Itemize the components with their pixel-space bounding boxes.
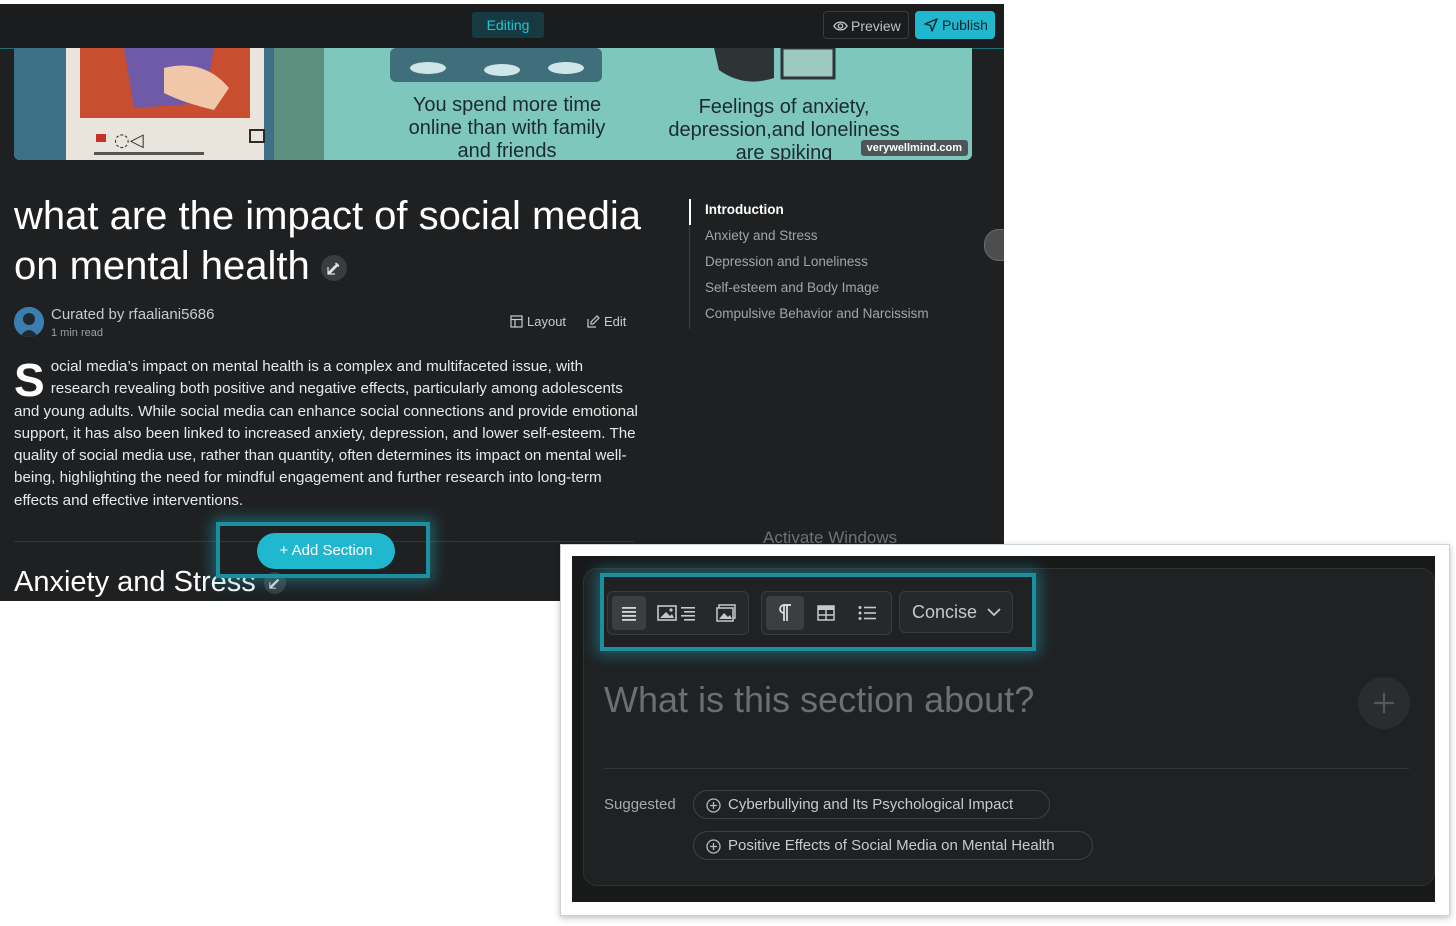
image-layout-button[interactable] <box>708 596 744 630</box>
editing-tab[interactable]: Editing <box>472 12 544 38</box>
edit-button[interactable]: Edit <box>587 314 626 329</box>
publish-label: Publish <box>942 17 988 33</box>
toc-item-depression-and-loneliness[interactable]: Depression and Loneliness <box>689 251 989 277</box>
layout-toolbar-group <box>607 591 749 635</box>
edit-label: Edit <box>604 314 627 329</box>
toc-item-introduction[interactable]: Introduction <box>689 199 989 225</box>
avatar-icon <box>14 307 44 337</box>
send-icon <box>924 18 938 32</box>
pencil-icon <box>269 579 280 590</box>
layout-label: Layout <box>527 314 567 329</box>
plus-circle-icon <box>706 798 721 813</box>
eye-icon <box>833 21 848 31</box>
pilcrow-icon <box>779 604 791 621</box>
article-title: what are the impact of social media on m… <box>14 191 654 291</box>
text-only-layout-button[interactable] <box>612 596 646 630</box>
suggestion-chip-label: Cyberbullying and Its Psychological Impa… <box>728 796 1014 813</box>
toc-item-compulsive-behavior[interactable]: Compulsive Behavior and Narcissism <box>689 303 989 329</box>
list-format-button[interactable] <box>848 596 886 630</box>
layout-button[interactable]: Layout <box>510 314 566 329</box>
image-text-layout-button[interactable] <box>652 596 702 630</box>
suggestion-chip-positive-effects[interactable]: Positive Effects of Social Media on Ment… <box>693 831 1093 860</box>
preview-label: Preview <box>851 18 901 34</box>
pencil-icon <box>327 262 340 276</box>
image-icon <box>716 604 736 622</box>
read-time: 1 min read <box>51 327 103 339</box>
edit-icon <box>587 315 600 328</box>
style-dropdown-label: Concise <box>912 602 978 622</box>
image-with-text-icon <box>657 605 695 621</box>
toc-item-anxiety-and-stress[interactable]: Anxiety and Stress <box>689 225 989 251</box>
align-justify-icon <box>622 607 636 621</box>
suggestion-chip-label: Positive Effects of Social Media on Ment… <box>728 837 1055 854</box>
suggestion-chip-cyberbullying[interactable]: Cyberbullying and Its Psychological Impa… <box>693 790 1050 819</box>
table-format-button[interactable] <box>808 596 844 630</box>
section-topic-input[interactable] <box>604 672 1344 728</box>
bullet-list-icon <box>858 606 876 620</box>
suggested-label: Suggested <box>604 796 676 813</box>
avatar[interactable] <box>14 307 44 337</box>
intro-text: ocial media’s impact on mental health is… <box>14 358 638 509</box>
plus-icon <box>1374 693 1394 713</box>
intro-paragraph: Social media’s impact on mental health i… <box>14 356 638 512</box>
editor-window: Editing Preview Publish ◌◁ You spend mor… <box>0 4 1004 601</box>
top-bar: Editing Preview Publish <box>0 4 1004 49</box>
preview-button[interactable]: Preview <box>823 11 909 39</box>
style-dropdown[interactable]: Concise <box>899 591 1013 633</box>
hero-image: ◌◁ You spend more time online than with … <box>14 48 972 160</box>
add-section-button[interactable]: + Add Section <box>257 533 395 569</box>
toc-item-self-esteem[interactable]: Self-esteem and Body Image <box>689 277 989 303</box>
drop-cap: S <box>14 354 45 406</box>
side-panel-handle[interactable] <box>984 229 1004 261</box>
curated-by: Curated by rfaaliani5686 <box>51 306 215 323</box>
paragraph-format-button[interactable] <box>766 596 804 630</box>
image-credit: verywellmind.com <box>860 140 968 156</box>
hero-caption-left: You spend more time online than with fam… <box>408 94 606 160</box>
layout-icon <box>510 315 523 328</box>
chevron-down-icon <box>987 608 1001 617</box>
composer-divider <box>604 768 1409 769</box>
table-of-contents: Introduction Anxiety and Stress Depressi… <box>689 199 989 329</box>
table-icon <box>817 605 835 621</box>
edit-title-button[interactable] <box>320 255 347 282</box>
format-toolbar-group <box>761 591 892 635</box>
plus-circle-icon <box>706 839 721 854</box>
publish-button[interactable]: Publish <box>915 11 995 39</box>
svg-text:◌◁: ◌◁ <box>114 130 144 151</box>
add-topic-button[interactable] <box>1358 677 1410 729</box>
